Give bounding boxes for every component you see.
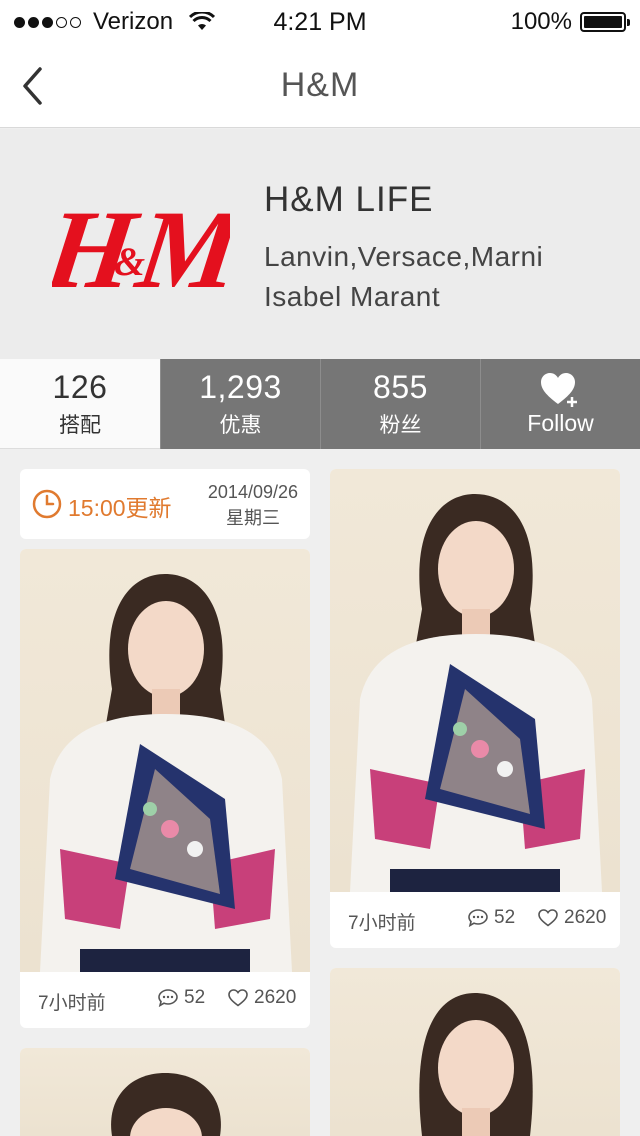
heart-plus-icon [540,372,577,407]
post-photo[interactable] [20,1048,310,1136]
update-date-value: 2014/09/26 [207,482,298,502]
like-button[interactable]: 2620 [538,907,606,929]
stat-outfits-tab[interactable]: 126 搭配 [0,359,160,449]
stat-fans-tab[interactable]: 855 粉丝 [320,359,480,449]
brand-header: H & M H&M LIFE Lanvin,Versace,Marni Isab… [0,129,640,359]
navigation-bar: H&M [0,44,640,128]
brand-logo: H & M [52,188,230,307]
designers-line-1: Lanvin,Versace,Marni [264,241,544,272]
status-right: 100% [510,8,630,36]
stat-value: 1,293 [199,369,282,405]
stat-label: 优惠 [219,414,262,437]
svg-text:M: M [128,188,230,307]
battery-percent: 100% [510,8,572,35]
comment-icon [158,989,178,1007]
designers-line-2: Isabel Marant [264,281,441,312]
comment-icon [468,909,488,927]
stat-label: 粉丝 [379,414,422,437]
like-count: 2620 [254,987,297,1008]
page-title: H&M [280,66,360,104]
clock-icon [32,489,62,519]
like-count: 2620 [564,907,607,928]
post-photo[interactable] [330,469,620,892]
post-time: 7小时前 [38,993,106,1014]
post-card[interactable]: 7小时前 52 2620 [20,549,310,1028]
stat-value: 126 [52,368,108,405]
post-photo[interactable] [330,968,620,1136]
comment-count: 52 [184,987,206,1008]
heart-icon [228,989,248,1007]
model-illustration [350,494,602,892]
model-illustration [111,1073,221,1136]
post-card[interactable] [20,1048,310,1136]
update-time: 15:00更新 [68,495,172,521]
model-illustration [40,574,292,972]
post-card[interactable]: 7小时前 52 2620 [330,469,620,948]
brand-name: H&M LIFE [264,180,434,219]
stats-bar: 126 搭配 1,293 优惠 855 粉丝 Follow [0,359,640,449]
update-date: 2014/09/26 星期三 [208,479,298,531]
post-photo[interactable] [20,549,310,972]
brand-designers: Lanvin,Versace,Marni Isabel Marant [264,237,543,317]
post-footer: 7小时前 52 2620 [20,972,310,1028]
follow-label: Follow [527,409,594,436]
post-card[interactable] [330,968,620,1136]
stat-label: 搭配 [59,413,101,437]
post-time: 7小时前 [348,913,416,934]
status-bar: Verizon 4:21 PM 100% [0,0,640,44]
post-footer: 7小时前 52 2620 [330,892,620,948]
comment-button[interactable]: 52 [468,907,515,929]
heart-icon [538,909,558,927]
stat-deals-tab[interactable]: 1,293 优惠 [160,359,320,449]
battery-icon [580,12,630,32]
model-illustration [419,993,533,1136]
comment-button[interactable]: 52 [158,987,205,1009]
update-weekday: 星期三 [225,508,280,528]
stat-value: 855 [373,369,428,405]
follow-button[interactable]: Follow [480,359,640,449]
comment-count: 52 [494,907,516,928]
like-button[interactable]: 2620 [228,987,296,1009]
update-card: 15:00更新 2014/09/26 星期三 [20,469,310,539]
